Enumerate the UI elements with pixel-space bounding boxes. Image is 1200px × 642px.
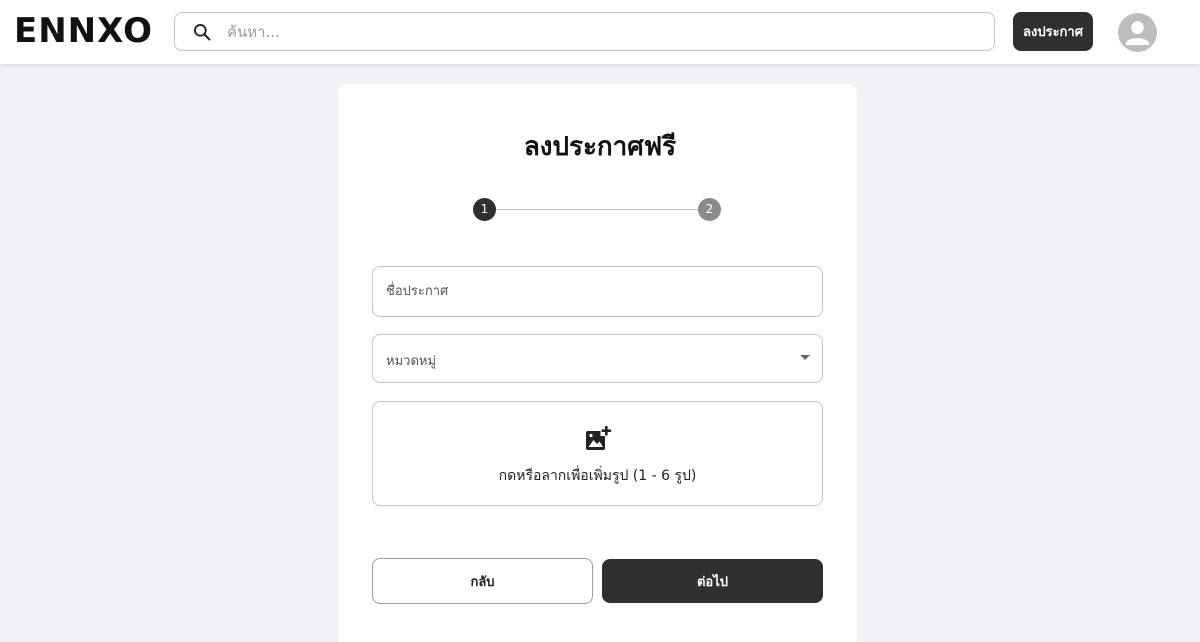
ad-title-input[interactable] bbox=[386, 267, 806, 316]
page-title: ลงประกาศฟรี bbox=[523, 132, 677, 162]
image-upload-dropzone[interactable]: กดหรือลากเพื่อเพิ่มรูป (1 - 6 รูป) bbox=[372, 401, 823, 506]
stepper-connector bbox=[496, 209, 698, 210]
upload-instructions: กดหรือลากเพื่อเพิ่มรูป (1 - 6 รูป) bbox=[498, 468, 697, 484]
chevron-down-icon bbox=[800, 355, 810, 360]
step-2-indicator: 2 bbox=[698, 198, 721, 221]
add-photo-icon bbox=[586, 425, 612, 450]
back-button[interactable]: กลับ bbox=[372, 558, 593, 604]
search-input[interactable] bbox=[227, 13, 967, 50]
avatar[interactable] bbox=[1118, 13, 1157, 52]
search-bar[interactable] bbox=[174, 12, 995, 51]
category-label: หมวดหมู่ bbox=[386, 354, 437, 369]
logo[interactable]: ENNXO bbox=[14, 11, 153, 51]
post-ad-button[interactable]: ลงประกาศ bbox=[1013, 12, 1093, 51]
step-1-indicator: 1 bbox=[473, 198, 496, 221]
top-header: ENNXO ลงประกาศ bbox=[0, 0, 1200, 64]
next-button[interactable]: ต่อไป bbox=[602, 559, 823, 603]
search-icon[interactable] bbox=[192, 22, 212, 42]
account-circle-icon bbox=[1125, 21, 1150, 46]
ad-title-field[interactable] bbox=[372, 266, 823, 317]
category-select[interactable]: หมวดหมู่ bbox=[372, 334, 823, 383]
